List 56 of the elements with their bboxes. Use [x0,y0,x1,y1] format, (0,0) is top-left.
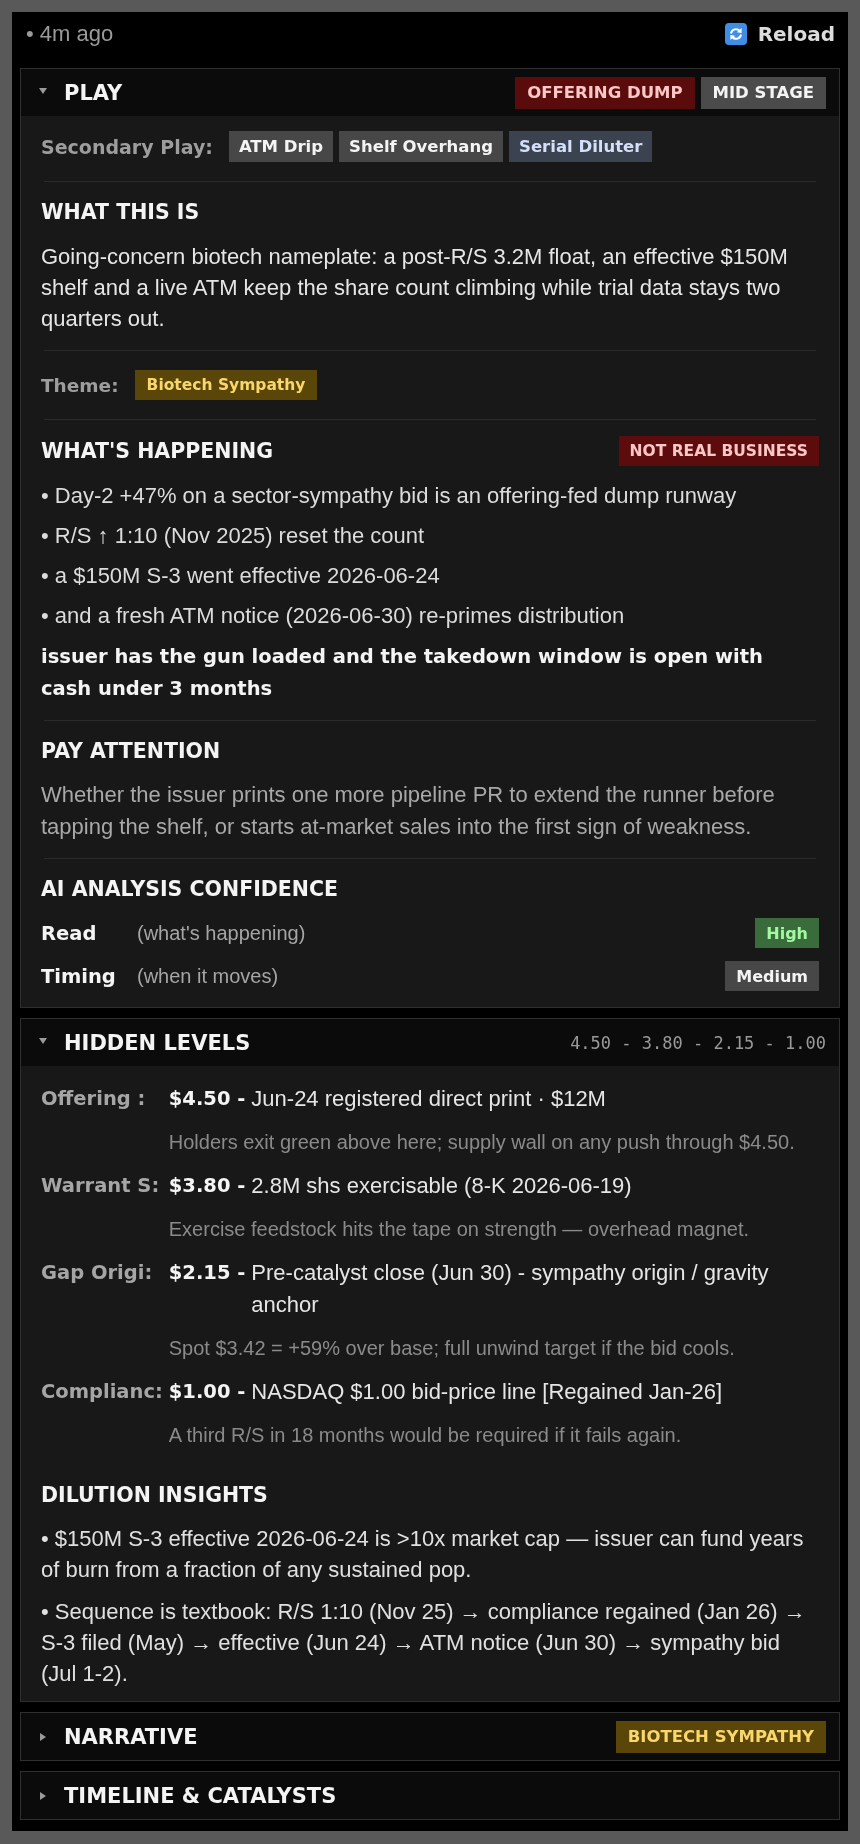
bullet-text: • a $150M S-3 went effective 2026-06-24 [41,562,441,590]
level-description: Pre-catalyst close (Jun 30) - sympathy origin / gravity anchor [251,1259,770,1319]
description-text: Going-concern biotech nameplate: a post-R/S 3.2M float, an effective $150M shelf and a live ATM keep the share count climbing while trial data stays two quarters out. [41,243,789,333]
level-description: 2.8M shs exercisable (8-K 2026-06-19) [251,1172,633,1200]
level-note: Exercise feedstock hits the tape on strength — overhead magnet. [168,1217,751,1242]
bullet-text: • Day-2 +47% on a sector-sympathy bid is an offering-fed dump runway [41,482,738,510]
insight-text: • Sequence is textbook: R/S 1:10 (Nov 25) → compliance regained (Jan 26) → S-3 filed (May) → effective (Jun 24) → ATM notice (Jun 30) → sympathy bid (Jul 1-2). [41,1598,807,1688]
level-description: NASDAQ $1.00 bid-price line [Regained Jan-26] [251,1378,724,1406]
section-heading: WHAT'S HAPPENING [41,438,274,464]
section-title: TIMELINE & CATALYSTS [64,1783,337,1808]
status-badge: MID STAGE [700,76,826,109]
confidence-badge: High [755,918,819,948]
section-header[interactable]: PLAY OFFERING DUMP MID STAGE [21,69,839,116]
level-price: $4.50 - [168,1086,246,1112]
level-label: Gap Origi: [41,1260,154,1286]
conclusion-text: issuer has the gun loaded and the takedown window is open with cash under 3 months [41,644,764,702]
level-description: Jun-24 registered direct print · $12M [251,1085,607,1113]
section-heading: DILUTION INSIGHTS [41,1482,269,1508]
section-heading: AI ANALYSIS CONFIDENCE [41,876,339,902]
theme-label: Theme: [41,374,119,396]
theme-tag: Biotech Sympathy [134,370,318,400]
bullet-text: • R/S ↑ 1:10 (Nov 2025) reset the count [41,522,426,550]
play-tag: Serial Diluter [509,131,653,162]
section-title: NARRATIVE [64,1724,198,1749]
refresh-icon [724,23,747,45]
level-note: Spot $3.42 = +59% over base; full unwind target if the bid cools. [168,1336,736,1361]
confidence-hint: (what's happening) [137,921,306,945]
play-tag: ATM Drip [228,131,334,162]
level-label: Offering : [41,1086,147,1112]
bullet-text: • and a fresh ATM notice (2026-06-30) re-primes distribution [41,602,626,630]
status-badge: OFFERING DUMP [515,76,695,109]
section-title: PLAY [64,80,123,105]
level-summary: 4.50 - 3.80 - 2.15 - 1.00 [570,1032,826,1053]
warning-badge: NOT REAL BUSINESS [618,436,819,466]
confidence-badge: Medium [725,961,819,991]
level-label: Complianc: [41,1379,163,1405]
level-note: A third R/S in 18 months would be required if it fails again. [168,1423,683,1448]
level-price: $3.80 - [168,1173,246,1199]
level-note: Holders exit green above here; supply wall on any push through $4.50. [168,1130,796,1155]
watch-text: Whether the issuer prints one more pipeline PR to extend the runner before tapping the shelf, or starts at-market sales into the first sign of weakness. [41,781,776,841]
play-tag: Shelf Overhang [339,131,504,162]
status-badge: BIOTECH SYMPATHY [615,1720,826,1753]
confidence-label: Timing [41,964,117,988]
section-heading: WHAT THIS IS [41,199,201,225]
section-header[interactable]: HIDDEN LEVELS 4.50 - 3.80 - 2.15 - 1.00 [21,1019,839,1066]
updated-time: • 4m ago [26,21,114,47]
confidence-label: Read [41,921,98,945]
insight-text: • $150M S-3 effective 2026-06-24 is >10x market cap — issuer can fund years of burn from a fraction of any sustained pop. [41,1525,805,1584]
section-title: HIDDEN LEVELS [64,1030,251,1055]
secondary-play-label: Secondary Play: [41,135,213,158]
section-heading: PAY ATTENTION [41,738,222,764]
level-label: Warrant S: [41,1173,161,1199]
level-price: $1.00 - [168,1379,246,1405]
confidence-hint: (when it moves) [137,964,279,988]
level-price: $2.15 - [168,1260,246,1286]
reload-button[interactable]: Reload [724,22,835,46]
